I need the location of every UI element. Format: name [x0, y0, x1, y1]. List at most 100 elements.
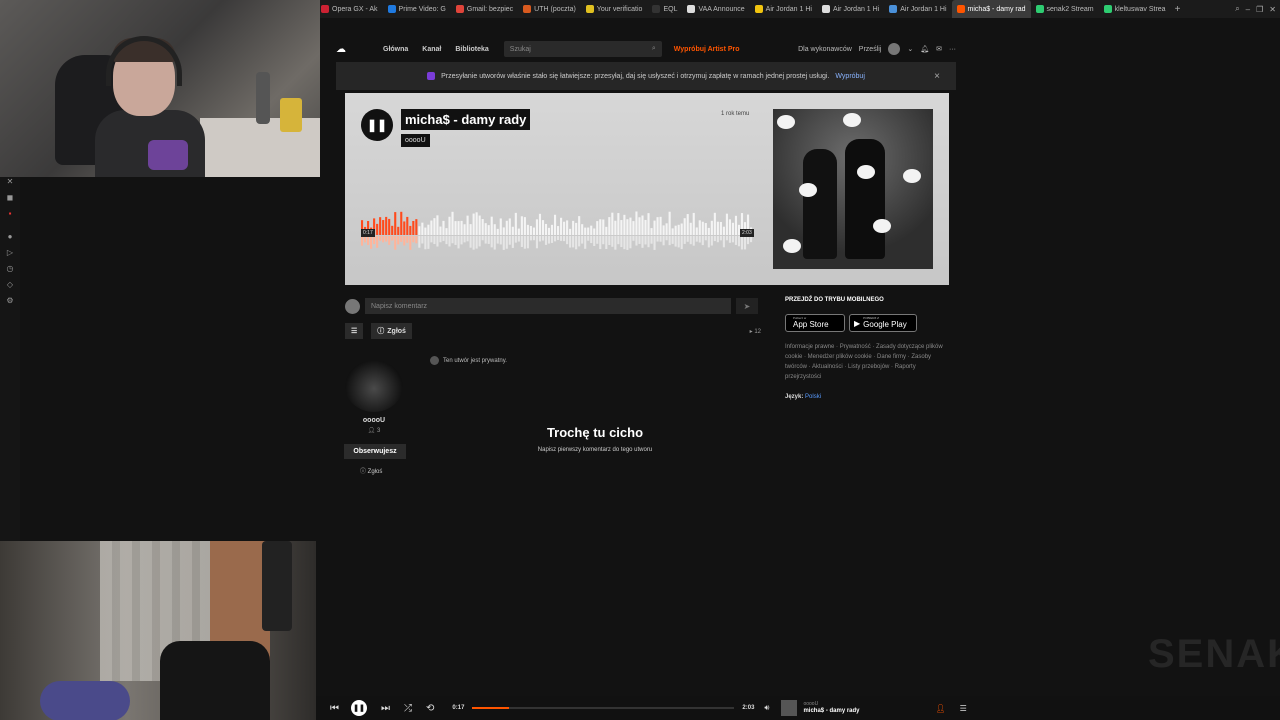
waveform-bar: [707, 227, 710, 235]
waveform-bar: [716, 221, 719, 235]
waveform-bar: [719, 221, 722, 235]
waveform-bar: [680, 223, 683, 235]
comment-input[interactable]: Napisz komentarz: [365, 298, 731, 314]
language-selector[interactable]: Język: Polski: [785, 394, 821, 400]
twitter-icon[interactable]: ✕: [7, 177, 14, 186]
history-icon[interactable]: ◷: [7, 264, 14, 273]
minimize-icon[interactable]: –: [1246, 5, 1250, 14]
follow-icon[interactable]: 👤︎: [936, 704, 946, 713]
waveform-bar: [409, 225, 412, 235]
queue-icon[interactable]: ☰: [960, 704, 967, 713]
waveform-bar: [626, 219, 629, 235]
browser-tab[interactable]: Gmail: bezpiec: [451, 0, 518, 18]
waveform-bar: [538, 213, 542, 235]
settings-icon[interactable]: ⚙: [6, 296, 13, 305]
volume-icon[interactable]: 🔊︎: [764, 703, 769, 713]
search-input[interactable]: Szukaj ⌕: [503, 41, 662, 57]
pause-button[interactable]: ❚❚: [361, 109, 393, 141]
waveform-reflection: [481, 236, 484, 241]
waveform-reflection: [406, 236, 409, 243]
browser-tab[interactable]: Air Jordan 1 Hi: [750, 0, 817, 18]
waveform[interactable]: [361, 205, 753, 253]
soundcloud-logo-icon[interactable]: ☁: [336, 44, 362, 55]
track-artist[interactable]: ooooU: [401, 134, 430, 147]
tab-label: Air Jordan 1 Hi: [900, 5, 947, 13]
report-button[interactable]: ⓘ Zgłoś: [371, 323, 412, 339]
player-title[interactable]: micha$ - damy rady: [803, 708, 859, 715]
nav-library[interactable]: Biblioteka: [448, 46, 495, 53]
previous-icon[interactable]: ⏮: [330, 703, 339, 714]
waveform-reflection: [707, 236, 710, 248]
language-value[interactable]: Polski: [805, 394, 821, 400]
browser-tab[interactable]: UTH (poczta): [518, 0, 581, 18]
extensions-icon[interactable]: ◇: [7, 280, 13, 289]
chevron-down-icon[interactable]: ⌄: [907, 45, 913, 53]
waveform-reflection: [644, 236, 647, 245]
next-icon[interactable]: ⏭: [381, 703, 390, 714]
shuffle-icon[interactable]: ⤮: [404, 703, 412, 714]
nav-feed[interactable]: Kanał: [415, 46, 448, 53]
player-track-info[interactable]: ooooU micha$ - damy rady: [803, 701, 859, 715]
browser-tab[interactable]: Air Jordan 1 Hi: [884, 0, 951, 18]
follow-button[interactable]: Obserwujesz: [344, 444, 406, 459]
restore-icon[interactable]: ❐: [1256, 5, 1263, 14]
waveform-reflection: [436, 236, 439, 247]
browser-tab[interactable]: EQL: [647, 0, 682, 18]
app-store-button[interactable]: Pobierz w App Store: [785, 314, 845, 332]
close-icon[interactable]: ✕: [1269, 5, 1276, 14]
player-artist[interactable]: ooooU: [803, 701, 859, 708]
browser-tab[interactable]: VAA Announce: [682, 0, 749, 18]
search-icon[interactable]: ⌕: [652, 45, 656, 53]
google-play-button[interactable]: ▶ POBIERZ Z Google Play: [849, 314, 917, 332]
youtube-icon[interactable]: ▪: [9, 209, 12, 218]
close-icon[interactable]: ×: [934, 71, 940, 82]
waveform-bar: [406, 216, 409, 235]
waveform-bar: [641, 215, 644, 235]
waveform-reflection: [719, 236, 722, 241]
repeat-icon[interactable]: ⟲: [426, 703, 434, 714]
artist-avatar[interactable]: [345, 360, 403, 412]
artist-report-label: Zgłoś: [367, 469, 383, 475]
browser-tab[interactable]: Air Jordan 1 Hi: [817, 0, 884, 18]
banner-try-link[interactable]: Wypróbuj: [835, 73, 865, 80]
player-pause-button[interactable]: ❚❚: [351, 700, 367, 716]
waveform-bar: [656, 217, 659, 235]
artist-report-link[interactable]: ⓘ Zgłoś: [360, 466, 382, 475]
upload-link[interactable]: Prześlij: [859, 46, 882, 53]
empty-comments-title: Trochę tu cicho: [546, 425, 644, 440]
player-progress[interactable]: [472, 707, 735, 709]
search-icon[interactable]: ⌕: [1235, 4, 1239, 14]
waveform-reflection: [478, 236, 481, 247]
player-cover[interactable]: [781, 700, 798, 716]
more-actions-button[interactable]: ☰: [345, 323, 364, 339]
waveform-bar: [593, 228, 596, 235]
send-icon[interactable]: ➤: [736, 298, 758, 314]
user-avatar[interactable]: [888, 43, 901, 55]
waveform-bar: [469, 224, 472, 235]
tab-label: micha$ - damy rad: [967, 5, 1026, 13]
footer-links[interactable]: Informacje prawne · Prywatność · Zasady …: [785, 342, 953, 382]
browser-tab[interactable]: senak2 Stream: [1031, 0, 1099, 18]
browser-tab[interactable]: micha$ - damy rad: [951, 0, 1031, 18]
whatsapp-icon[interactable]: ●: [8, 232, 13, 241]
messages-icon[interactable]: ✉: [936, 45, 942, 53]
nav-home[interactable]: Główna: [376, 46, 415, 53]
browser-tab[interactable]: Opera GX - Ak: [316, 0, 383, 18]
more-icon[interactable]: ···: [949, 46, 956, 53]
browser-tab[interactable]: Prime Video: G: [383, 0, 451, 18]
browser-tab[interactable]: Your verificatio: [581, 0, 648, 18]
plus-icon[interactable]: +: [1171, 4, 1185, 15]
waveform-bar: [499, 218, 502, 235]
waveform-time-start: 0:17: [361, 229, 375, 237]
try-artist-pro-link[interactable]: Wypróbuj Artist Pro: [674, 46, 740, 53]
waveform-bar: [439, 226, 442, 235]
waveform-reflection: [493, 236, 496, 250]
waveform-bar: [590, 225, 593, 235]
waveform-reflection: [560, 236, 563, 241]
discord-icon[interactable]: ◼: [7, 193, 14, 202]
browser-tab[interactable]: kleltuswav Strea: [1099, 0, 1171, 18]
player-icon[interactable]: ▷: [7, 248, 13, 257]
notifications-icon[interactable]: 🔔︎: [920, 45, 929, 53]
artist-name[interactable]: ooooU: [345, 417, 403, 424]
for-artists-link[interactable]: Dla wykonawców: [798, 46, 852, 53]
